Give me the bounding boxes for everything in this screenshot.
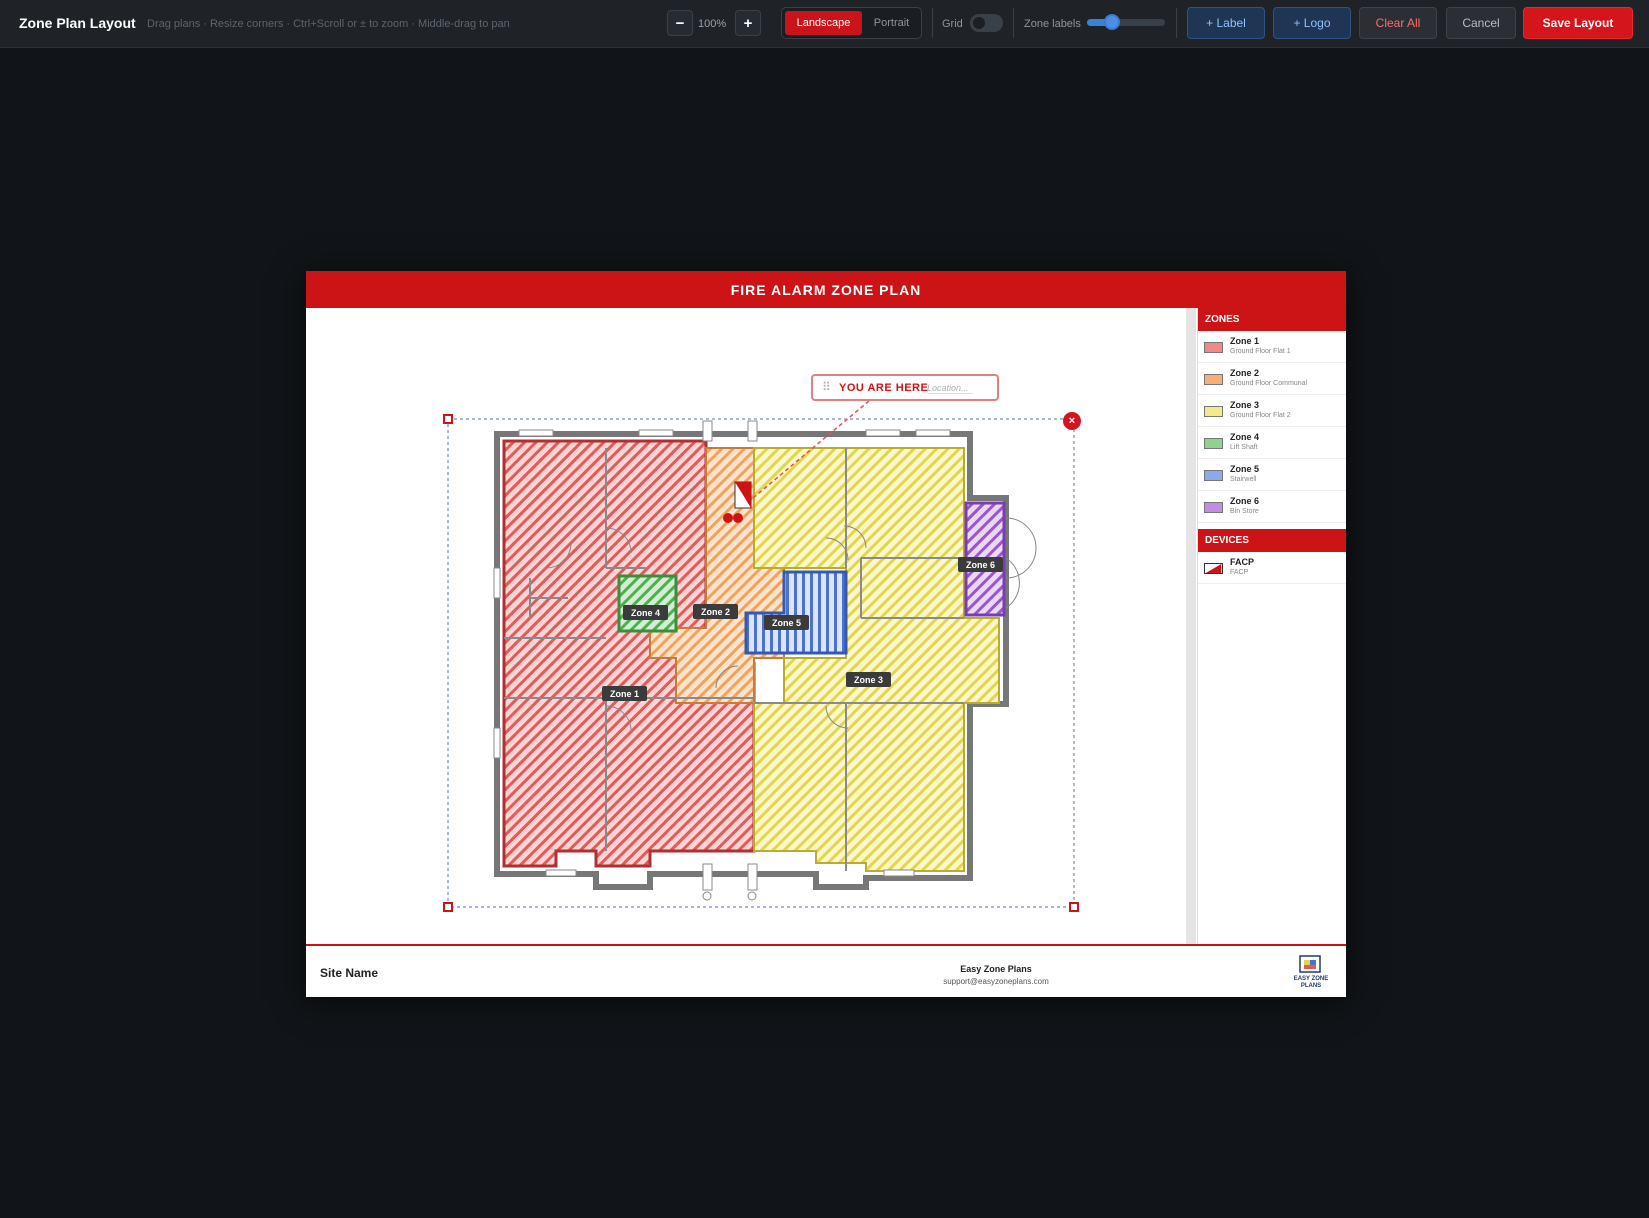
clear-all-button[interactable]: Clear All bbox=[1359, 7, 1437, 39]
legend-panel: ZONES Zone 1 Ground Floor Flat 1 Zone 2 Gro… bbox=[1197, 308, 1346, 944]
toolbar-divider bbox=[932, 8, 933, 38]
zoom-out-button[interactable]: − bbox=[667, 10, 693, 36]
zone-desc: Ground Floor Communal bbox=[1230, 380, 1308, 387]
zone-labels-slider[interactable] bbox=[1087, 19, 1165, 26]
orientation-toggle: Landscape Portrait bbox=[781, 7, 922, 39]
app-title: Zone Plan Layout bbox=[19, 15, 136, 31]
zone-name: Zone 3 bbox=[1230, 400, 1260, 410]
toggle-knob bbox=[973, 17, 985, 29]
usage-hint: Drag plans · Resize corners · Ctrl+Scrol… bbox=[147, 18, 510, 30]
zones-heading: ZONES bbox=[1198, 308, 1346, 331]
legend-zone-item: Zone 4 Lift Shaft bbox=[1198, 427, 1346, 459]
zone-name: Zone 6 bbox=[1230, 496, 1260, 506]
zoom-level: 100% bbox=[698, 18, 727, 30]
zone-swatch bbox=[1204, 374, 1223, 385]
zone-tag-5[interactable]: Zone 5 bbox=[764, 615, 810, 630]
site-name[interactable]: Site Name bbox=[320, 966, 378, 980]
location-input[interactable]: Location... bbox=[927, 383, 973, 394]
save-layout-button[interactable]: Save Layout bbox=[1523, 7, 1633, 39]
drag-grip-icon[interactable]: ⠿ bbox=[822, 380, 831, 394]
zone-desc: Ground Floor Flat 1 bbox=[1230, 348, 1291, 355]
zone-tag-6[interactable]: Zone 6 bbox=[958, 557, 1004, 572]
legend-device-item: FACP FACP bbox=[1198, 552, 1346, 584]
zone-3-area bbox=[753, 447, 1000, 872]
grid-label: Grid bbox=[942, 18, 963, 30]
slider-thumb[interactable] bbox=[1104, 14, 1120, 30]
zoom-in-button[interactable]: + bbox=[735, 10, 761, 36]
canvas-scrollbar[interactable] bbox=[1186, 308, 1196, 944]
page-footer: Site Name Easy Zone Plans support@easyzo… bbox=[306, 944, 1346, 997]
device-desc: FACP bbox=[1230, 569, 1249, 576]
zone-name: Zone 2 bbox=[1230, 368, 1260, 378]
portrait-button[interactable]: Portrait bbox=[863, 11, 920, 35]
zone-list: Zone 1 Ground Floor Flat 1 Zone 2 Ground Fl… bbox=[1198, 331, 1346, 523]
zone-name: Zone 1 bbox=[1230, 336, 1260, 346]
cancel-button[interactable]: Cancel bbox=[1446, 7, 1516, 39]
legend-zone-item: Zone 3 Ground Floor Flat 2 bbox=[1198, 395, 1346, 427]
you-are-here-text: YOU ARE HERE bbox=[839, 382, 929, 394]
you-are-here-label[interactable]: ⠿ YOU ARE HERE Location... bbox=[811, 374, 999, 401]
zone-swatch bbox=[1204, 470, 1223, 481]
device-name: FACP bbox=[1230, 557, 1255, 567]
logo-icon bbox=[1299, 955, 1321, 973]
zone-swatch bbox=[1204, 342, 1223, 353]
company-logo: EASY ZONE PLANS bbox=[1288, 954, 1334, 992]
zone-swatch bbox=[1204, 502, 1223, 513]
zone-desc: Lift Shaft bbox=[1230, 444, 1258, 451]
grid-toggle[interactable] bbox=[970, 14, 1003, 32]
page-title: FIRE ALARM ZONE PLAN bbox=[306, 271, 1346, 308]
zone-tag-2[interactable]: Zone 2 bbox=[693, 604, 739, 619]
legend-zone-item: Zone 6 Bin Store bbox=[1198, 491, 1346, 523]
legend-zone-item: Zone 5 Stairwell bbox=[1198, 459, 1346, 491]
zone-tag-3[interactable]: Zone 3 bbox=[846, 672, 892, 687]
zone-tag-1[interactable]: Zone 1 bbox=[602, 686, 648, 701]
toolbar-divider bbox=[1176, 8, 1177, 38]
devices-heading: DEVICES bbox=[1198, 529, 1346, 552]
resize-handle-bottom-right[interactable] bbox=[1069, 902, 1079, 912]
zone-desc: Stairwell bbox=[1230, 476, 1257, 483]
company-email: support@easyzoneplans.com bbox=[943, 977, 1049, 986]
legend-zone-item: Zone 1 Ground Floor Flat 1 bbox=[1198, 331, 1346, 363]
layout-page: FIRE ALARM ZONE PLAN Zone 1 Zone 2 Zone … bbox=[306, 271, 1346, 997]
company-name: Easy Zone Plans bbox=[960, 964, 1032, 974]
delete-plan-button[interactable]: × bbox=[1063, 412, 1081, 430]
facp-icon bbox=[1204, 563, 1223, 574]
floor-plan-drawing[interactable] bbox=[306, 308, 1186, 944]
zone-desc: Bin Store bbox=[1230, 508, 1259, 515]
zone-name: Zone 4 bbox=[1230, 432, 1260, 442]
toolbar: Zone Plan Layout Drag plans · Resize cor… bbox=[0, 0, 1649, 48]
resize-handle-top-left[interactable] bbox=[443, 414, 453, 424]
logo-text: EASY ZONE PLANS bbox=[1293, 976, 1329, 989]
zone-desc: Ground Floor Flat 2 bbox=[1230, 412, 1291, 419]
add-logo-button[interactable]: + Logo bbox=[1273, 7, 1351, 39]
legend-zone-item: Zone 2 Ground Floor Communal bbox=[1198, 363, 1346, 395]
toolbar-divider bbox=[1013, 8, 1014, 38]
zone-swatch bbox=[1204, 438, 1223, 449]
zone-tag-4[interactable]: Zone 4 bbox=[623, 605, 669, 620]
plan-canvas[interactable]: Zone 1 Zone 2 Zone 3 Zone 4 Zone 5 Zone … bbox=[306, 308, 1186, 944]
zone-swatch bbox=[1204, 406, 1223, 417]
add-label-button[interactable]: + Label bbox=[1187, 7, 1265, 39]
zone-labels-label: Zone labels bbox=[1024, 18, 1081, 30]
landscape-button[interactable]: Landscape bbox=[785, 11, 862, 35]
zone-4-area bbox=[617, 574, 678, 633]
resize-handle-bottom-left[interactable] bbox=[443, 902, 453, 912]
zone-name: Zone 5 bbox=[1230, 464, 1260, 474]
